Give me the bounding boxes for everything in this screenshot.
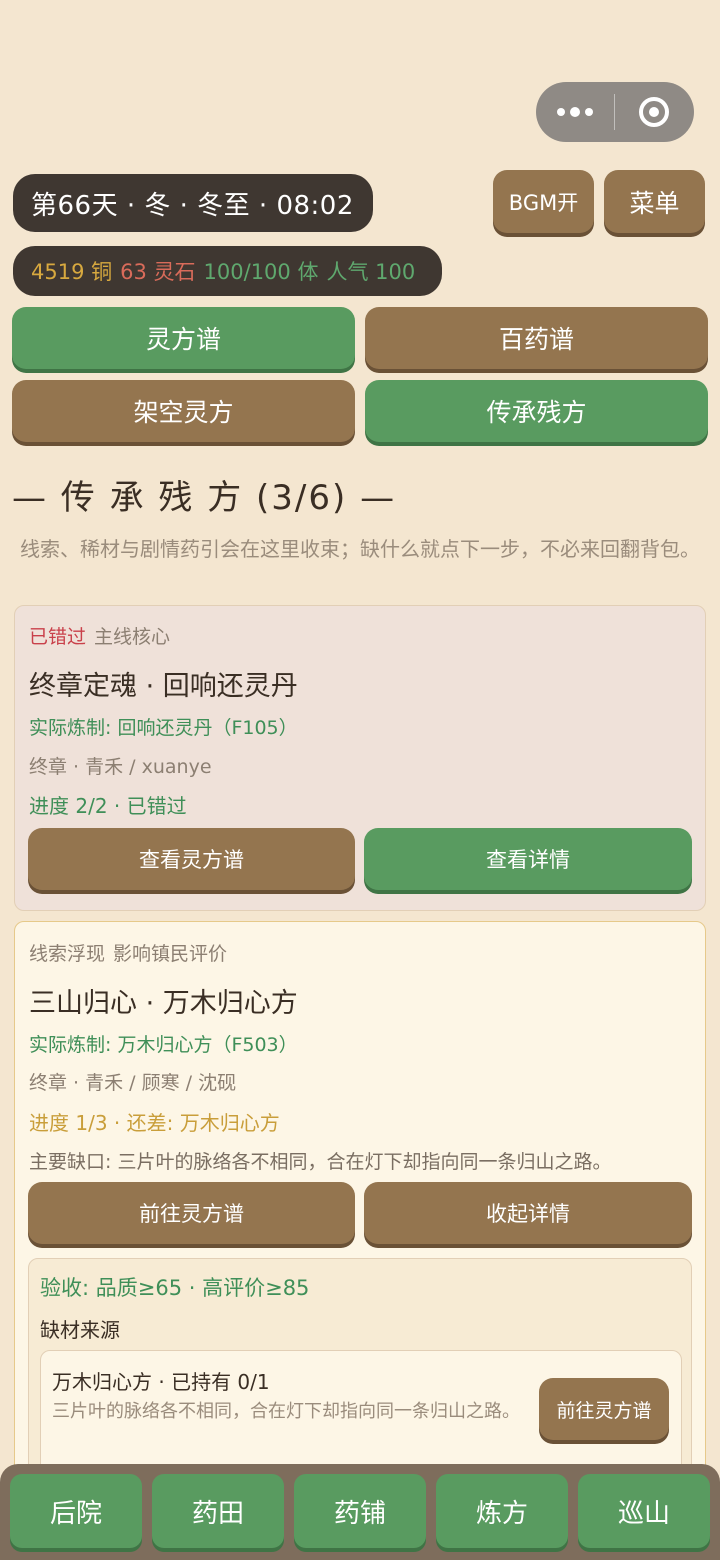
day-time-status: 第66天 · 冬 · 冬至 · 08:02 bbox=[13, 174, 373, 232]
status-tag: 线索浮现 bbox=[29, 943, 106, 965]
nav-mountain-patrol[interactable]: 巡山 bbox=[578, 1474, 710, 1548]
card-characters: 终章 · 青禾 / xuanye bbox=[29, 756, 212, 778]
nav-refine[interactable]: 炼方 bbox=[436, 1474, 568, 1548]
more-dots-icon[interactable] bbox=[536, 82, 614, 142]
actual-recipe: 实际炼制: 万木归心方（F503） bbox=[29, 1034, 298, 1056]
target-icon[interactable] bbox=[615, 82, 693, 142]
card-title: 三山归心 · 万木归心方 bbox=[29, 988, 298, 1019]
section-title: — 传 承 残 方 (3/6) — bbox=[12, 478, 397, 518]
card-characters: 终章 · 青禾 / 顾寒 / 沈砚 bbox=[29, 1072, 237, 1094]
card-title: 终章定魂 · 回响还灵丹 bbox=[29, 671, 298, 702]
collapse-details-button[interactable]: 收起详情 bbox=[364, 1182, 692, 1244]
resource-stats: 4519 铜 63 灵石 100/100 体 人气 100 bbox=[13, 246, 442, 296]
tab-herb-book[interactable]: 百药谱 bbox=[365, 307, 708, 369]
source-goto-recipe-button[interactable]: 前往灵方谱 bbox=[539, 1378, 669, 1440]
card-progress: 进度 1/3 · 还差: 万木归心方 bbox=[29, 1111, 280, 1135]
source-item-desc: 三片叶的脉络各不相同，合在灯下却指向同一条归山之路。 bbox=[52, 1401, 520, 1422]
copper-count: 4519 铜 bbox=[31, 260, 113, 284]
source-item-title: 万木归心方 · 已持有 0/1 bbox=[52, 1370, 270, 1394]
tab-fictional-recipes[interactable]: 架空灵方 bbox=[12, 380, 355, 442]
card-tags: 已错过 主线核心 bbox=[29, 622, 170, 649]
section-hint: 线索、稀材与剧情药引会在这里收束；缺什么就点下一步，不必来回翻背包。 bbox=[20, 537, 700, 561]
nav-pharmacy[interactable]: 药铺 bbox=[294, 1474, 426, 1548]
category-tag: 主线核心 bbox=[94, 626, 171, 648]
tab-inherited-fragments[interactable]: 传承残方 bbox=[365, 380, 708, 442]
main-gap-text: 主要缺口: 三片叶的脉络各不相同，合在灯下却指向同一条归山之路。 bbox=[29, 1151, 612, 1173]
menu-button[interactable]: 菜单 bbox=[604, 170, 705, 233]
acceptance-criteria: 验收: 品质≥65 · 高评价≥85 bbox=[40, 1276, 310, 1300]
view-recipe-book-button[interactable]: 查看灵方谱 bbox=[28, 828, 355, 890]
category-tag: 影响镇民评价 bbox=[113, 943, 228, 965]
nav-backyard[interactable]: 后院 bbox=[10, 1474, 142, 1548]
miniprogram-capsule bbox=[536, 82, 694, 142]
view-details-button[interactable]: 查看详情 bbox=[364, 828, 692, 890]
nav-herb-field[interactable]: 药田 bbox=[152, 1474, 284, 1548]
popularity-count: 人气 100 bbox=[326, 260, 416, 284]
stamina-count: 100/100 体 bbox=[203, 260, 319, 284]
status-tag: 已错过 bbox=[29, 626, 87, 648]
card-progress: 进度 2/2 · 已错过 bbox=[29, 794, 187, 818]
actual-recipe: 实际炼制: 回响还灵丹（F105） bbox=[29, 717, 298, 739]
goto-recipe-book-button[interactable]: 前往灵方谱 bbox=[28, 1182, 355, 1244]
missing-source-label: 缺材来源 bbox=[40, 1318, 120, 1342]
tab-recipe-book[interactable]: 灵方谱 bbox=[12, 307, 355, 369]
card-tags: 线索浮现 影响镇民评价 bbox=[29, 939, 227, 966]
spirit-stone-count: 63 灵石 bbox=[120, 260, 196, 284]
bgm-toggle-button[interactable]: BGM开 bbox=[493, 170, 594, 233]
